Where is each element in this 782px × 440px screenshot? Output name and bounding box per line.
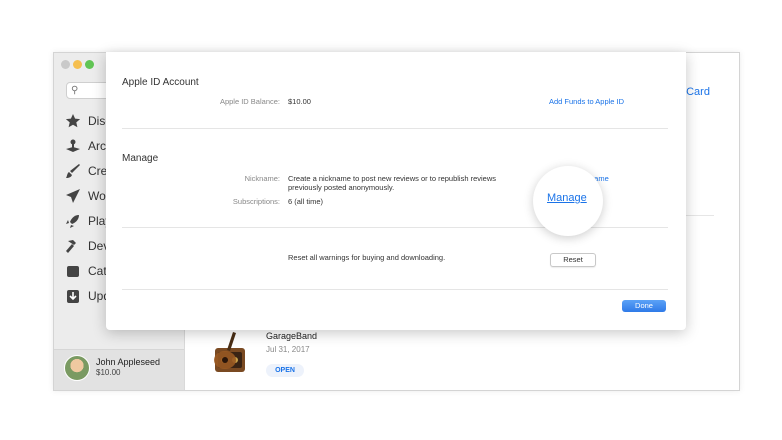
add-funds-link[interactable]: Add Funds to Apple ID [549,97,624,106]
search-icon: ⚲ [71,85,79,96]
avatar [64,355,90,381]
zoom-window-button[interactable] [85,60,94,69]
garageband-icon [211,330,251,374]
subscriptions-value: 6 (all time) [288,197,324,206]
app-name: GarageBand [266,331,318,341]
arcade-icon [65,138,81,154]
reset-button[interactable]: Reset [550,253,596,267]
app-date: Jul 31, 2017 [266,345,310,354]
updates-icon [65,288,81,304]
nickname-description-cont: previously posted anonymously. [288,183,395,192]
done-button[interactable]: Done [622,300,666,312]
paperplane-icon [65,188,81,204]
brush-icon [65,163,81,179]
manage-subscriptions-link[interactable]: Manage [547,192,587,204]
rocket-icon [65,213,81,229]
minimize-window-button[interactable] [73,60,82,69]
open-button[interactable]: OPEN [266,364,304,377]
balance-value: $10.00 [288,97,311,106]
zoom-highlight: Manage [533,166,603,236]
star-icon [65,113,81,129]
close-window-button[interactable] [61,60,70,69]
balance-label: Apple ID Balance: [219,97,280,106]
user-name: John Appleseed [96,357,161,367]
nickname-description: Create a nickname to post new reviews or… [288,174,497,183]
manage-section-title: Manage [122,153,159,164]
nickname-label: Nickname: [244,174,280,183]
divider [122,128,668,129]
subscriptions-label: Subscriptions: [232,197,280,206]
divider [122,289,668,290]
user-balance: $10.00 [96,368,121,377]
apple-id-section-title: Apple ID Account [122,77,199,88]
user-account[interactable]: John Appleseed $10.00 [54,349,184,390]
categories-icon [65,263,81,279]
reset-warnings-text: Reset all warnings for buying and downlo… [288,253,446,262]
hammer-icon [65,238,81,254]
